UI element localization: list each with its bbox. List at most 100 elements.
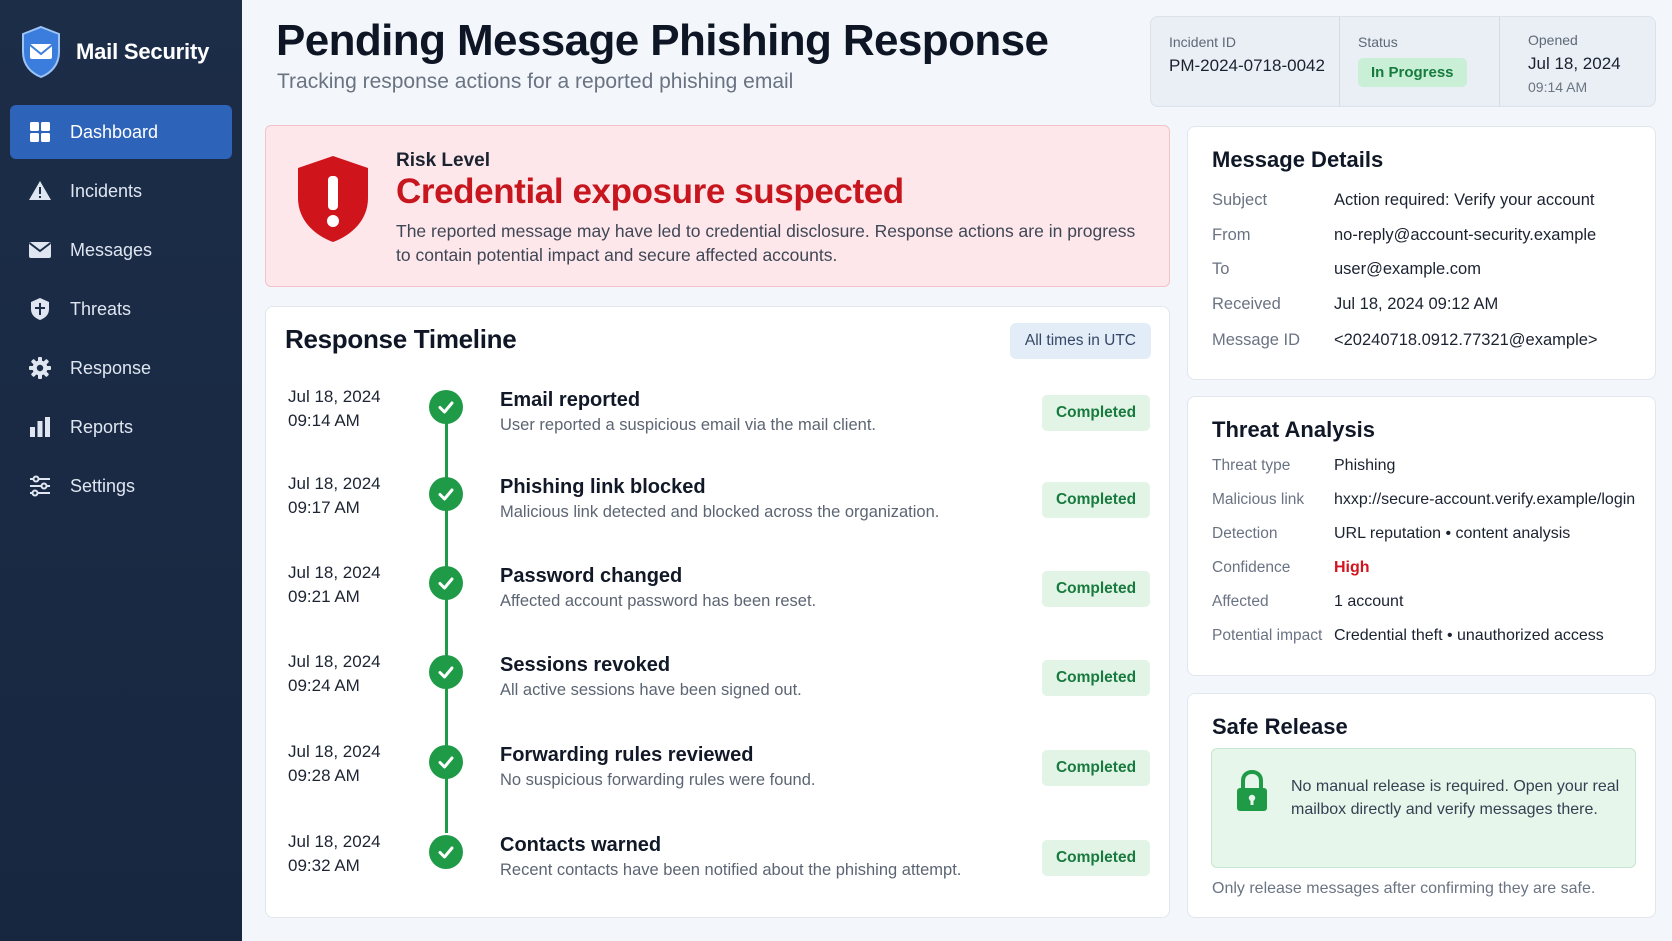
detail-value[interactable]: user@example.com (1334, 260, 1481, 279)
event-title: Contacts warned (500, 834, 662, 856)
sidebar-item-dashboard[interactable]: Dashboard (10, 105, 232, 159)
incident-opened-label: Opened (1528, 32, 1578, 48)
threat-value: 1 account (1334, 593, 1404, 610)
sidebar-item-response[interactable]: Response (10, 341, 232, 395)
timeline-event: Jul 18, 2024 09:28 AM Forwarding rules re… (266, 740, 1171, 820)
threat-key: Malicious link (1212, 491, 1305, 508)
incident-opened-date: Jul 18, 2024 (1528, 54, 1621, 73)
dashboard-grid-icon (28, 120, 52, 144)
threat-key: Confidence (1212, 559, 1291, 576)
threat-key: Potential impact (1212, 627, 1323, 644)
detail-key: Received (1212, 295, 1281, 313)
event-title: Password changed (500, 565, 683, 587)
event-datetime: Jul 18, 2024 09:14 AM (288, 385, 381, 433)
event-description: No suspicious forwarding rules were foun… (500, 771, 816, 789)
event-date: Jul 18, 2024 (288, 832, 381, 851)
detail-value: Action required: Verify your account (1334, 191, 1595, 209)
event-time: 09:28 AM (288, 766, 360, 785)
sidebar-item-label: Dashboard (70, 121, 159, 142)
sidebar: Mail Security Dashboard Incidents Messag… (0, 0, 242, 941)
event-description: All active sessions have been signed out… (500, 681, 802, 699)
detail-key: To (1212, 260, 1230, 278)
app-name: Mail Security (76, 39, 210, 64)
detail-key: From (1212, 226, 1251, 244)
event-status-badge: Completed (1042, 395, 1150, 431)
message-details-card: Message Details Subject Action required:… (1187, 126, 1656, 380)
event-status-badge: Completed (1042, 840, 1150, 876)
message-details-title: Message Details (1212, 147, 1384, 172)
incident-id-value[interactable]: PM-2024-0718-0042 (1169, 56, 1339, 76)
risk-banner: Risk Level Credential exposure suspected… (265, 125, 1170, 287)
event-date: Jul 18, 2024 (288, 563, 381, 582)
incident-id-cell: Incident ID PM-2024-0718-0042 (1151, 17, 1339, 106)
sliders-icon (28, 474, 52, 498)
sidebar-item-settings[interactable]: Settings (10, 459, 232, 513)
threat-key: Threat type (1212, 457, 1291, 474)
risk-description: The reported message may have led to cre… (396, 221, 1136, 265)
event-description: Recent contacts have been notified about… (500, 861, 962, 879)
lock-icon (1237, 769, 1267, 811)
bar-chart-icon (28, 415, 52, 439)
shield-icon (28, 297, 52, 321)
sidebar-item-messages[interactable]: Messages (10, 223, 232, 277)
sidebar-item-incidents[interactable]: Incidents (10, 164, 232, 218)
event-date: Jul 18, 2024 (288, 652, 381, 671)
event-time: 09:24 AM (288, 676, 360, 695)
event-status-badge: Completed (1042, 571, 1150, 607)
event-description: Affected account password has been reset… (500, 592, 817, 610)
status-badge: In Progress (1358, 58, 1467, 87)
event-datetime: Jul 18, 2024 09:28 AM (288, 740, 381, 788)
page-title: Pending Message Phishing Response (276, 16, 1049, 65)
warning-triangle-icon (28, 179, 52, 203)
threat-key: Affected (1212, 593, 1269, 610)
event-date: Jul 18, 2024 (288, 387, 381, 406)
threat-value: Credential theft • unauthorized access (1334, 627, 1604, 644)
detail-value[interactable]: <20240718.0912.77321@example> (1334, 331, 1598, 350)
incident-opened-cell: Opened Jul 18, 2024 09:14 AM (1499, 17, 1655, 106)
sidebar-item-label: Reports (70, 416, 134, 437)
event-datetime: Jul 18, 2024 09:17 AM (288, 472, 381, 520)
sidebar-item-label: Messages (70, 239, 153, 260)
check-circle-icon (429, 745, 463, 779)
safe-release-message: No manual release is required. Open your… (1291, 778, 1620, 818)
alert-shield-icon (298, 156, 368, 242)
threat-value[interactable]: hxxp://secure-account.verify.example/log… (1334, 491, 1635, 509)
timeline-event: Jul 18, 2024 09:32 AM Contacts warned Rec… (266, 830, 1171, 910)
response-timeline-card: Response Timeline All times in UTC Jul 1… (265, 306, 1170, 918)
event-status-badge: Completed (1042, 660, 1150, 696)
timeline-event: Jul 18, 2024 09:21 AM Password changed Af… (266, 561, 1171, 641)
check-circle-icon (429, 390, 463, 424)
timezone-badge: All times in UTC (1009, 323, 1151, 359)
sidebar-item-label: Threats (70, 298, 132, 319)
event-title: Phishing link blocked (500, 476, 706, 498)
event-date: Jul 18, 2024 (288, 474, 381, 493)
incident-status-cell: Status In Progress (1339, 17, 1499, 106)
event-time: 09:14 AM (288, 411, 360, 430)
event-time: 09:21 AM (288, 587, 360, 606)
safe-release-notice: No manual release is required. Open your… (1211, 748, 1636, 868)
event-time: 09:32 AM (288, 856, 360, 875)
safe-release-title: Safe Release (1212, 714, 1348, 739)
brand[interactable]: Mail Security (20, 22, 209, 82)
event-title: Sessions revoked (500, 654, 671, 676)
check-circle-icon (429, 477, 463, 511)
detail-value[interactable]: no-reply@account-security.example (1334, 226, 1596, 245)
timeline-event: Jul 18, 2024 09:17 AM Phishing link block… (266, 472, 1171, 552)
mail-shield-logo-icon (22, 25, 60, 79)
event-datetime: Jul 18, 2024 09:21 AM (288, 561, 381, 609)
sidebar-item-label: Response (70, 357, 152, 378)
check-circle-icon (429, 655, 463, 689)
safe-release-note: Only release messages after confirming t… (1212, 880, 1596, 897)
check-circle-icon (429, 566, 463, 600)
detail-value: Jul 18, 2024 09:12 AM (1334, 295, 1499, 313)
timeline-event: Jul 18, 2024 09:14 AM Email reported User… (266, 385, 1171, 465)
detail-key: Subject (1212, 191, 1268, 209)
sidebar-nav: Dashboard Incidents Messages Threats Res… (10, 105, 232, 518)
threat-analysis-card: Threat Analysis Threat type Phishing Mal… (1187, 396, 1656, 676)
incident-id-label: Incident ID (1169, 34, 1236, 50)
sidebar-item-threats[interactable]: Threats (10, 282, 232, 336)
threat-value: Phishing (1334, 457, 1396, 474)
event-description: User reported a suspicious email via the… (500, 416, 876, 434)
safe-release-card: Safe Release No manual release is requir… (1187, 693, 1656, 918)
sidebar-item-reports[interactable]: Reports (10, 400, 232, 454)
